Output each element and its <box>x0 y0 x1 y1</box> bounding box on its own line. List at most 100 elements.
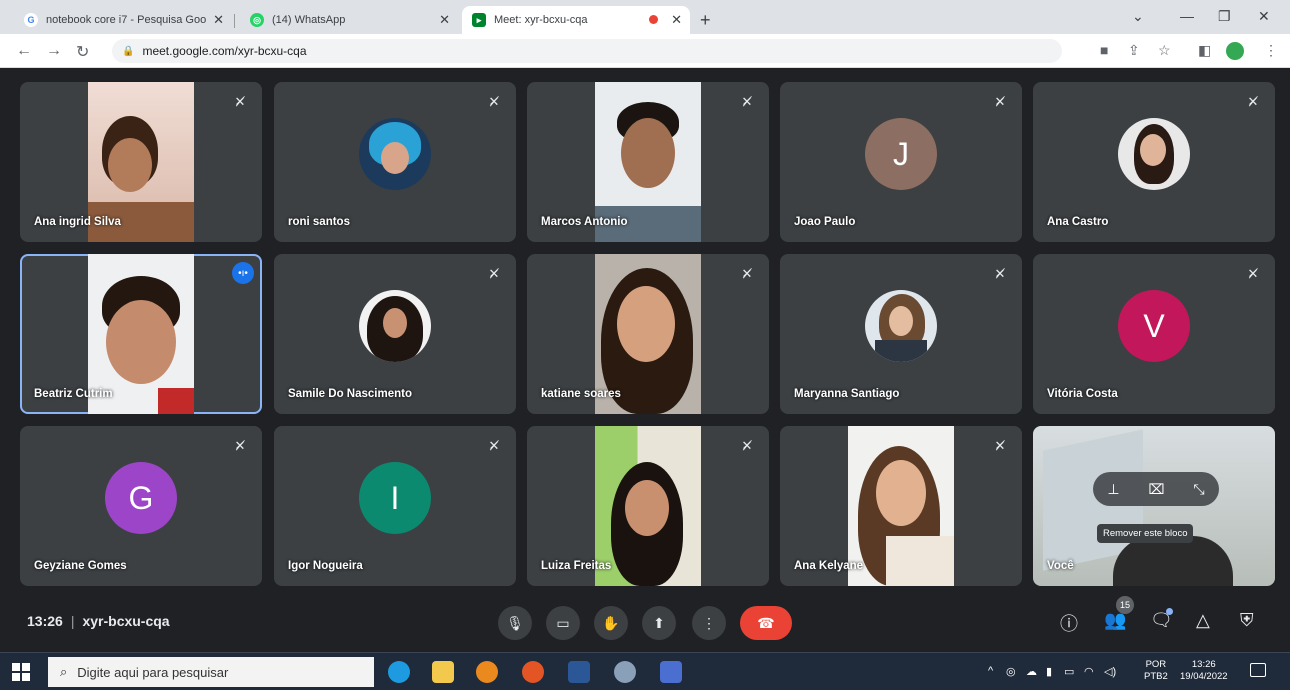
activities-icon[interactable]: △ <box>1196 610 1210 631</box>
leave-call-button[interactable]: ☎ <box>740 606 792 640</box>
mic-muted-icon: ✕̸ <box>1247 94 1259 109</box>
hang-up-icon: ☎ <box>757 614 775 631</box>
tab-separator <box>234 14 235 28</box>
participant-tile[interactable]: I ✕̸ Igor Nogueira <box>274 426 516 586</box>
camera-button[interactable]: ▭ <box>546 606 580 640</box>
participant-avatar: V <box>1118 290 1190 362</box>
more-vert-icon: ⋮ <box>702 614 716 631</box>
participant-tile[interactable]: ✕̸ Ana ingrid Silva <box>20 82 262 242</box>
menu-kebab-icon[interactable]: ⋮ <box>1264 42 1278 59</box>
camera-in-use-icon[interactable]: ■ <box>1100 42 1108 58</box>
edge-icon[interactable] <box>388 661 410 683</box>
share-icon[interactable]: ⇪ <box>1128 42 1140 59</box>
present-button[interactable]: ⬆ <box>642 606 676 640</box>
participant-tile[interactable]: J ✕̸ Joao Paulo <box>780 82 1022 242</box>
restore-button[interactable]: ❐ <box>1218 8 1231 25</box>
tab-search-icon[interactable]: ⌄ <box>1132 8 1144 25</box>
participant-avatar <box>359 118 431 190</box>
search-icon: ⌕ <box>60 664 68 679</box>
participant-name: Geyziane Gomes <box>34 560 127 572</box>
participant-tile[interactable]: ✕̸ Maryanna Santiago <box>780 254 1022 414</box>
participant-avatar: I <box>359 462 431 534</box>
meeting-code: xyr-bcxu-cqa <box>82 613 170 629</box>
self-tile[interactable]: ⊥ ⌧ ⤡ Remover este bloco Você <box>1033 426 1275 586</box>
app-icon[interactable] <box>614 661 636 683</box>
participant-tile[interactable]: V ✕̸ Vitória Costa <box>1033 254 1275 414</box>
mic-muted-icon: ✕̸ <box>994 94 1006 109</box>
participant-count-badge: 15 <box>1116 596 1134 614</box>
raise-hand-button[interactable]: ✋ <box>594 606 628 640</box>
mic-muted-icon: ✕̸ <box>488 438 500 453</box>
usb-icon[interactable]: ▮ <box>1046 665 1052 678</box>
mic-muted-icon: ✕̸ <box>488 94 500 109</box>
meeting-time: 13:26 <box>27 613 63 629</box>
participant-tile[interactable]: ✕̸ roni santos <box>274 82 516 242</box>
tray-icon[interactable]: ◎ <box>1006 665 1016 678</box>
mic-muted-icon: ✕̸ <box>488 266 500 281</box>
store-icon[interactable] <box>660 661 682 683</box>
participant-tile[interactable]: ✕̸ Ana Castro <box>1033 82 1275 242</box>
participant-tile[interactable]: ✕̸ Marcos Antonio <box>527 82 769 242</box>
taskbar-search-input[interactable]: ⌕ Digite aqui para pesquisar <box>48 657 374 687</box>
participant-tile[interactable]: ✕̸ Samile Do Nascimento <box>274 254 516 414</box>
participant-tile[interactable]: •ı• Beatriz Cutrim <box>20 254 262 414</box>
tab-whatsapp[interactable]: ◎ (14) WhatsApp ✕ <box>240 6 458 34</box>
mic-muted-icon: ✕̸ <box>1247 266 1259 281</box>
battery-icon[interactable]: ▭ <box>1064 665 1074 678</box>
mic-muted-icon: ✕̸ <box>994 266 1006 281</box>
remove-tile-icon[interactable]: ⌧ <box>1148 481 1164 498</box>
file-explorer-icon[interactable] <box>432 661 454 683</box>
mic-muted-icon: ✕̸ <box>741 94 753 109</box>
camera-icon: ▭ <box>556 614 570 631</box>
pin-icon[interactable]: ⊥ <box>1107 481 1119 498</box>
recording-dot-icon <box>649 15 658 24</box>
participant-name: Joao Paulo <box>794 216 856 228</box>
participant-tile[interactable]: ✕̸ Ana Kelyane <box>780 426 1022 586</box>
host-controls-icon[interactable]: ⛨ <box>1240 610 1254 631</box>
body <box>886 536 954 586</box>
wifi-icon[interactable]: ◠ <box>1084 665 1094 678</box>
minimize-tile-icon[interactable]: ⤡ <box>1193 481 1204 498</box>
reload-icon[interactable]: ↻ <box>76 42 89 62</box>
close-tab-icon[interactable]: ✕ <box>213 12 224 28</box>
new-tab-button[interactable]: + <box>700 10 711 31</box>
more-options-button[interactable]: ⋮ <box>692 606 726 640</box>
participant-tile[interactable]: ✕̸ katiane soares <box>527 254 769 414</box>
close-tab-icon[interactable]: ✕ <box>439 12 450 28</box>
language-indicator[interactable]: POR PTB2 <box>1144 659 1168 683</box>
minimize-button[interactable]: — <box>1180 8 1194 24</box>
face <box>876 460 926 526</box>
participant-avatar: G <box>105 462 177 534</box>
profile-avatar[interactable] <box>1226 42 1244 60</box>
taskbar-clock[interactable]: 13:26 19/04/2022 <box>1180 659 1228 683</box>
participant-name: Beatriz Cutrim <box>34 388 113 400</box>
tab-google-search[interactable]: G notebook core i7 - Pesquisa Goo ✕ <box>14 6 232 34</box>
bookmark-star-icon[interactable]: ☆ <box>1158 42 1171 59</box>
powerpoint-icon[interactable] <box>522 661 544 683</box>
show-hidden-icons[interactable]: ^ <box>988 665 993 677</box>
close-tab-icon[interactable]: ✕ <box>671 12 682 28</box>
word-icon[interactable] <box>568 661 590 683</box>
side-panel-icon[interactable]: ◧ <box>1198 42 1211 59</box>
chrome-icon[interactable] <box>476 661 498 683</box>
forward-arrow-icon[interactable]: → <box>46 42 62 60</box>
url-input[interactable]: 🔒 meet.google.com/xyr-bcxu-cqa <box>112 39 1062 63</box>
meet-control-bar: 13:26 | xyr-bcxu-cqa 🎙 ▭ ✋ ⬆ ⋮ ☎ ⓘ 👥 15 🗨 … <box>0 594 1290 652</box>
notification-center-icon[interactable] <box>1250 663 1266 677</box>
microphone-button[interactable]: 🎙 <box>498 606 532 640</box>
participant-tile[interactable]: G ✕̸ Geyziane Gomes <box>20 426 262 586</box>
present-screen-icon: ⬆ <box>653 614 665 631</box>
participant-name: Igor Nogueira <box>288 560 363 572</box>
participant-name: Vitória Costa <box>1047 388 1118 400</box>
body <box>1113 536 1233 586</box>
tab-meet[interactable]: ▸ Meet: xyr-bcxu-cqa ✕ <box>462 6 690 34</box>
onedrive-icon[interactable]: ☁ <box>1026 665 1037 678</box>
lock-icon: 🔒 <box>122 45 135 57</box>
close-window-button[interactable]: ✕ <box>1258 8 1270 25</box>
windows-start-icon[interactable] <box>12 663 30 681</box>
meeting-details-icon[interactable]: ⓘ <box>1060 610 1078 636</box>
participant-tile[interactable]: ✕̸ Luiza Freitas <box>527 426 769 586</box>
volume-icon[interactable]: ◁) <box>1104 665 1116 678</box>
face <box>381 142 409 174</box>
back-arrow-icon[interactable]: ← <box>16 42 32 60</box>
